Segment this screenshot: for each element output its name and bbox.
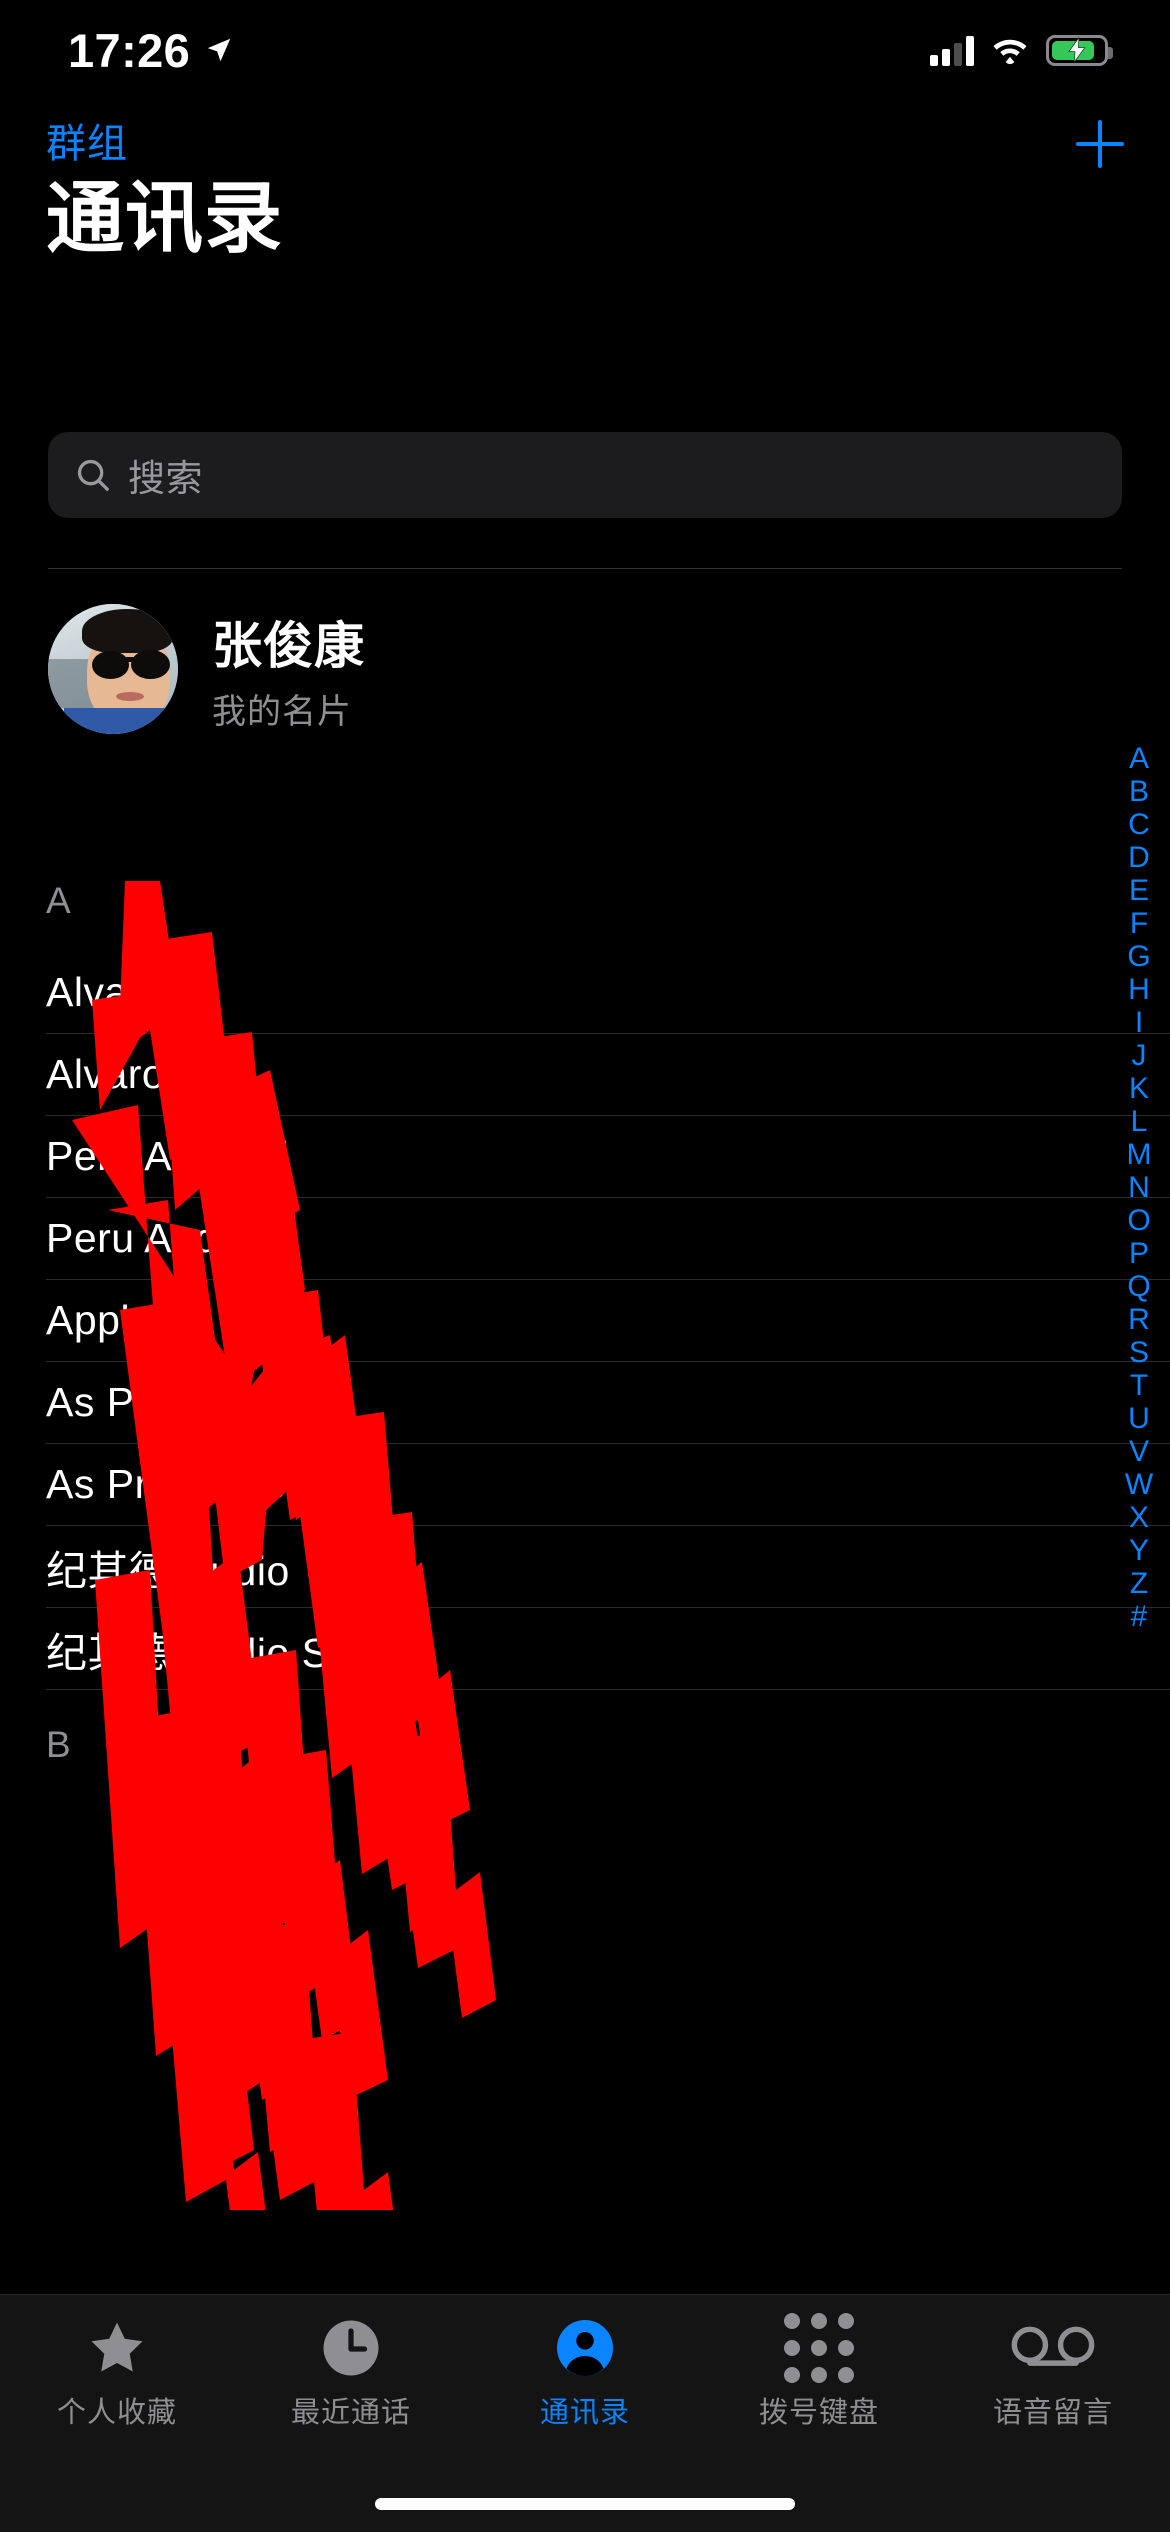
contact-name: Alvaro <box>46 969 166 1015</box>
tab-recents[interactable]: 最近通话 <box>234 2317 468 2431</box>
my-card-row[interactable]: 张俊康 我的名片 <box>48 596 1122 742</box>
contact-name: Peru Android <box>46 1133 290 1179</box>
alphabet-index-letter[interactable]: F <box>1130 907 1148 940</box>
section-header-b: B <box>46 1724 72 1765</box>
table-row[interactable]: 纪其德 Audio <box>46 1526 1170 1608</box>
table-row[interactable]: 纪其德 Audio Stream <box>46 1608 1170 1690</box>
alphabet-index-letter[interactable]: P <box>1129 1237 1149 1270</box>
table-row[interactable]: Alvaro <box>46 952 1170 1034</box>
alphabet-index-letter[interactable]: M <box>1127 1138 1152 1171</box>
person-icon <box>555 2317 615 2379</box>
table-row[interactable]: Peru Android <box>46 1198 1170 1280</box>
tab-bar: 个人收藏 最近通话 通讯录 拨号键盘 语音留言 <box>0 2294 1170 2532</box>
alphabet-index-letter[interactable]: K <box>1129 1072 1149 1105</box>
alphabet-index-letter[interactable]: X <box>1129 1501 1149 1534</box>
tab-label: 语音留言 <box>992 2397 1113 2429</box>
star-icon <box>86 2317 148 2379</box>
contact-list[interactable]: A Alvaro Alvaro Peru Android Peru Androi… <box>0 880 1170 2210</box>
table-row[interactable]: As Pro audio <box>46 1444 1170 1526</box>
avatar <box>48 604 178 734</box>
home-indicator <box>375 2498 795 2510</box>
alphabet-index-letter[interactable]: N <box>1128 1171 1150 1204</box>
contact-name: Peru Android <box>46 1215 290 1261</box>
search-icon <box>77 459 109 491</box>
section-header-a: A <box>46 880 72 921</box>
alphabet-index[interactable]: A B C D E F G H I J K L M N O P Q R S T U V W X Y Z # <box>1116 742 1162 1633</box>
page-title: 通讯录 <box>46 174 284 262</box>
contact-name: As Pro audio <box>46 1379 287 1425</box>
tab-keypad[interactable]: 拨号键盘 <box>702 2313 936 2431</box>
alphabet-index-letter[interactable]: L <box>1131 1105 1148 1138</box>
search-placeholder: 搜索 <box>128 458 203 499</box>
alphabet-index-letter[interactable]: V <box>1129 1435 1149 1468</box>
my-card-text: 张俊康 我的名片 <box>212 606 365 733</box>
tab-label: 通讯录 <box>539 2397 630 2429</box>
search-divider <box>48 568 1122 569</box>
alphabet-index-letter[interactable]: C <box>1128 808 1150 841</box>
tab-label: 拨号键盘 <box>758 2397 879 2429</box>
alphabet-index-letter[interactable]: S <box>1129 1336 1149 1369</box>
contact-name: Apple ( <box>46 1297 180 1343</box>
alphabet-index-letter[interactable]: W <box>1125 1468 1153 1501</box>
my-card-name: 张俊康 <box>212 617 365 674</box>
status-bar: 17:26 <box>0 0 1170 100</box>
table-row[interactable]: Apple ( <box>46 1280 1170 1362</box>
location-arrow-icon <box>207 38 231 62</box>
alphabet-index-letter[interactable]: D <box>1128 841 1150 874</box>
table-row[interactable]: Alvaro <box>46 1034 1170 1116</box>
tab-label: 最近通话 <box>290 2397 411 2429</box>
alphabet-index-letter[interactable]: T <box>1130 1369 1148 1402</box>
table-row[interactable]: Peru Android <box>46 1116 1170 1198</box>
status-time: 17:26 <box>68 23 191 77</box>
table-row[interactable]: As Pro audio <box>46 1362 1170 1444</box>
tab-contacts[interactable]: 通讯录 <box>468 2317 702 2431</box>
alphabet-index-letter[interactable]: Y <box>1129 1534 1149 1567</box>
contact-name: 纪其德 Audio Stream <box>46 1629 437 1676</box>
search-input[interactable]: 搜索 <box>48 432 1122 518</box>
contact-name: As Pro audio <box>46 1461 287 1507</box>
contact-name: Alvaro <box>46 1051 166 1097</box>
contact-name: 纪其德 Audio <box>46 1547 290 1594</box>
wifi-icon <box>993 39 1027 65</box>
alphabet-index-letter[interactable]: Z <box>1130 1567 1148 1600</box>
keypad-icon <box>784 2313 854 2383</box>
tab-voicemail[interactable]: 语音留言 <box>936 2317 1170 2431</box>
add-contact-button[interactable] <box>1076 120 1124 168</box>
alphabet-index-letter[interactable]: A <box>1129 742 1149 775</box>
cellular-signal-icon <box>930 34 974 66</box>
alphabet-index-letter[interactable]: R <box>1128 1303 1150 1336</box>
alphabet-index-letter[interactable]: # <box>1131 1600 1148 1633</box>
alphabet-index-letter[interactable]: I <box>1135 1006 1143 1039</box>
groups-button[interactable]: 群组 <box>46 124 128 164</box>
alphabet-index-letter[interactable]: O <box>1127 1204 1150 1237</box>
my-card-subtitle: 我的名片 <box>212 692 352 731</box>
tab-favorites[interactable]: 个人收藏 <box>0 2317 234 2431</box>
alphabet-index-letter[interactable]: H <box>1128 973 1150 1006</box>
voicemail-icon <box>1011 2317 1095 2379</box>
alphabet-index-letter[interactable]: U <box>1128 1402 1150 1435</box>
alphabet-index-letter[interactable]: G <box>1127 940 1150 973</box>
clock-icon <box>321 2317 381 2379</box>
contacts-screen: 17:26 群组 通讯录 搜索 张俊康 我的名片 A Alvaro Alvaro… <box>0 0 1170 2532</box>
status-bar-left: 17:26 <box>68 23 234 78</box>
alphabet-index-letter[interactable]: Q <box>1127 1270 1150 1303</box>
battery-charging-icon <box>1046 34 1113 66</box>
alphabet-index-letter[interactable]: E <box>1129 874 1149 907</box>
alphabet-index-letter[interactable]: J <box>1132 1039 1147 1072</box>
status-bar-right <box>930 34 1113 66</box>
tab-label: 个人收藏 <box>56 2397 177 2429</box>
alphabet-index-letter[interactable]: B <box>1129 775 1149 808</box>
